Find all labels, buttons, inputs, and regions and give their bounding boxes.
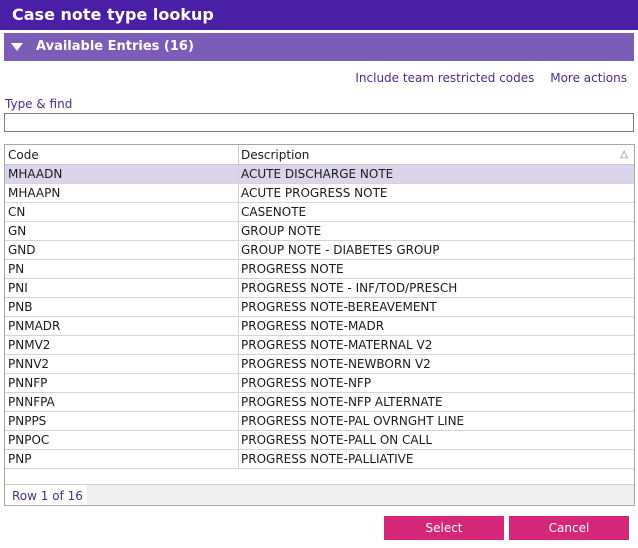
table-row[interactable]: PNP PROGRESS NOTE-PALLIATIVE <box>5 450 634 469</box>
column-header-code[interactable]: Code <box>8 148 39 162</box>
column-separator <box>238 431 239 450</box>
table-row[interactable]: CN CASENOTE <box>5 203 634 222</box>
select-button[interactable]: Select <box>384 516 504 540</box>
collapse-triangle-icon[interactable] <box>11 43 23 51</box>
column-separator <box>238 260 239 279</box>
row-counter: Row 1 of 16 <box>5 485 87 505</box>
cell-description: PROGRESS NOTE-MATERNAL V2 <box>241 338 433 352</box>
cell-description: ACUTE PROGRESS NOTE <box>241 186 388 200</box>
table-row[interactable]: PNPOC PROGRESS NOTE-PALL ON CALL <box>5 431 634 450</box>
table-row[interactable]: PNNV2 PROGRESS NOTE-NEWBORN V2 <box>5 355 634 374</box>
cell-code: PNMV2 <box>8 338 51 352</box>
table-row[interactable]: PNMADR PROGRESS NOTE-MADR <box>5 317 634 336</box>
table-row[interactable]: PNB PROGRESS NOTE-BEREAVEMENT <box>5 298 634 317</box>
cell-description: PROGRESS NOTE-NEWBORN V2 <box>241 357 431 371</box>
cell-code: PNNFP <box>8 376 48 390</box>
cell-code: PNPOC <box>8 433 50 447</box>
section-header-available-entries[interactable]: Available Entries (16) <box>4 33 634 61</box>
cell-code: GND <box>8 243 36 257</box>
table-row[interactable]: PN PROGRESS NOTE <box>5 260 634 279</box>
column-separator <box>238 241 239 260</box>
column-separator <box>238 355 239 374</box>
cell-description: GROUP NOTE <box>241 224 322 238</box>
table-body: MHAADN ACUTE DISCHARGE NOTE MHAAPN ACUTE PR… <box>5 165 634 469</box>
table-row[interactable]: MHAAPN ACUTE PROGRESS NOTE <box>5 184 634 203</box>
column-separator <box>238 222 239 241</box>
table-row[interactable]: GND GROUP NOTE - DIABETES GROUP <box>5 241 634 260</box>
cell-description: PROGRESS NOTE-PALLIATIVE <box>241 452 414 466</box>
cell-description: PROGRESS NOTE-NFP ALTERNATE <box>241 395 443 409</box>
cell-description: PROGRESS NOTE-PALL ON CALL <box>241 433 433 447</box>
column-separator <box>238 317 239 336</box>
cell-description: PROGRESS NOTE-MADR <box>241 319 385 333</box>
column-separator <box>238 165 239 184</box>
column-separator <box>238 393 239 412</box>
cell-code: PNP <box>8 452 32 466</box>
column-separator <box>238 203 239 222</box>
cell-description: CASENOTE <box>241 205 307 219</box>
cell-code: PN <box>8 262 25 276</box>
cell-code: PNI <box>8 281 28 295</box>
cell-code: PNPPS <box>8 414 47 428</box>
column-separator <box>238 184 239 203</box>
cell-code: PNNFPA <box>8 395 55 409</box>
type-and-find-label: Type & find <box>5 97 73 111</box>
cell-description: PROGRESS NOTE-PAL OVRNGHT LINE <box>241 414 465 428</box>
type-and-find-input[interactable] <box>4 113 634 132</box>
column-separator <box>238 336 239 355</box>
cell-description: PROGRESS NOTE - INF/TOD/PRESCH <box>241 281 458 295</box>
column-separator <box>238 450 239 469</box>
cell-description: PROGRESS NOTE-NFP <box>241 376 372 390</box>
column-separator <box>238 298 239 317</box>
window-title: Case note type lookup <box>12 5 214 24</box>
more-actions-link[interactable]: More actions <box>550 71 627 85</box>
cell-description: PROGRESS NOTE <box>241 262 344 276</box>
cell-description: ACUTE DISCHARGE NOTE <box>241 167 394 181</box>
cancel-button[interactable]: Cancel <box>509 516 629 540</box>
table-header: Code Description △ <box>5 145 634 165</box>
column-separator <box>238 412 239 431</box>
cell-code: PNMADR <box>8 319 61 333</box>
column-header-description[interactable]: Description <box>241 148 309 162</box>
cell-code: GN <box>8 224 27 238</box>
cell-code: PNNV2 <box>8 357 50 371</box>
cell-code: MHAAPN <box>8 186 61 200</box>
row-count-text: Row 1 of 16 <box>12 489 83 503</box>
action-links: Include team restricted codes More actio… <box>343 70 627 86</box>
table-row[interactable]: PNI PROGRESS NOTE - INF/TOD/PRESCH <box>5 279 634 298</box>
cell-code: MHAADN <box>8 167 63 181</box>
cell-description: PROGRESS NOTE-BEREAVEMENT <box>241 300 437 314</box>
table-row[interactable]: PNPPS PROGRESS NOTE-PAL OVRNGHT LINE <box>5 412 634 431</box>
table-row[interactable]: PNNFP PROGRESS NOTE-NFP <box>5 374 634 393</box>
sort-ascending-icon[interactable]: △ <box>620 148 628 162</box>
include-team-restricted-codes-link[interactable]: Include team restricted codes <box>355 71 534 85</box>
table-row[interactable]: MHAADN ACUTE DISCHARGE NOTE <box>5 165 634 184</box>
cell-code: CN <box>8 205 26 219</box>
column-separator <box>238 145 239 164</box>
column-separator <box>238 279 239 298</box>
title-bar: Case note type lookup <box>0 0 638 30</box>
column-separator <box>238 374 239 393</box>
section-label: Available Entries (16) <box>36 39 194 54</box>
table-row[interactable]: PNMV2 PROGRESS NOTE-MATERNAL V2 <box>5 336 634 355</box>
cell-code: PNB <box>8 300 33 314</box>
table-row[interactable]: PNNFPA PROGRESS NOTE-NFP ALTERNATE <box>5 393 634 412</box>
entries-table: Code Description △ MHAADN ACUTE DISCHARGE… <box>4 144 635 506</box>
table-row[interactable]: GN GROUP NOTE <box>5 222 634 241</box>
table-footer: Row 1 of 16 <box>5 484 634 505</box>
cell-description: GROUP NOTE - DIABETES GROUP <box>241 243 440 257</box>
